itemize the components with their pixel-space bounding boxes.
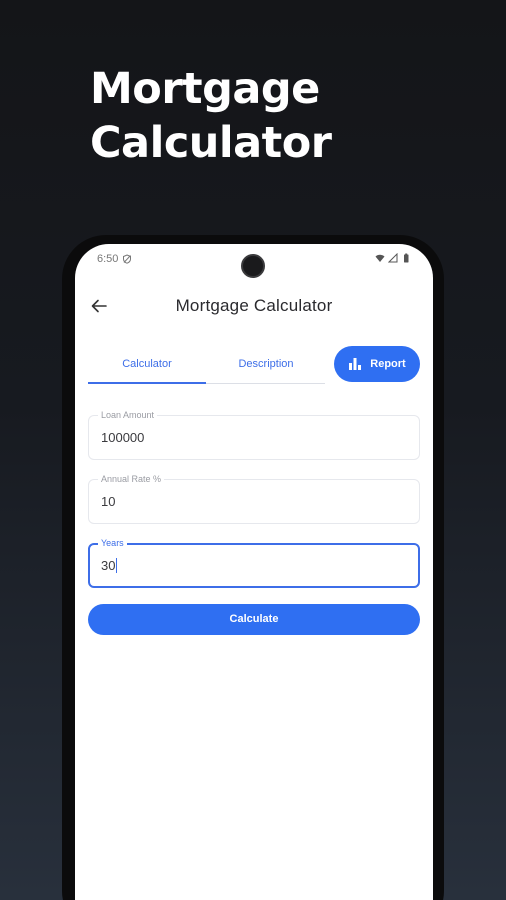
camera-cutout [241, 254, 265, 278]
status-time: 6:50 [97, 253, 119, 265]
status-bar-left: 6:50 [97, 253, 132, 265]
signal-icon [388, 253, 398, 263]
calculate-button[interactable]: Calculate [88, 604, 420, 635]
tab-calculator[interactable]: Calculator [88, 346, 206, 382]
bar-chart-icon [349, 358, 362, 370]
loan-amount-label: Loan Amount [98, 410, 158, 421]
status-bar-right [375, 253, 411, 263]
years-label: Years [98, 538, 127, 549]
promo-title: Mortgage Calculator [90, 62, 332, 170]
years-value-wrap: 30 [101, 558, 118, 573]
promo-title-line2: Calculator [90, 118, 332, 168]
page-title: Mortgage Calculator [175, 296, 333, 315]
text-cursor [116, 558, 118, 573]
tab-bar: Calculator Description [88, 346, 325, 384]
battery-icon [404, 253, 409, 263]
app-bar: Mortgage Calculator [75, 290, 433, 322]
phone-screen: 6:50 Mortgage Calculator Calculator Desc… [75, 244, 433, 900]
tab-description[interactable]: Description [207, 346, 325, 382]
loan-amount-field[interactable]: Loan Amount 100000 [88, 410, 420, 460]
loan-amount-value: 100000 [101, 430, 145, 445]
annual-rate-label: Annual Rate % [98, 474, 165, 485]
wifi-icon [375, 254, 385, 262]
annual-rate-field[interactable]: Annual Rate % 10 [88, 474, 420, 524]
annual-rate-value: 10 [101, 494, 116, 509]
report-button-label: Report [370, 358, 406, 370]
tab-indicator [88, 382, 206, 384]
report-button[interactable]: Report [334, 346, 420, 382]
shield-icon [123, 254, 132, 264]
years-field[interactable]: Years 30 [88, 538, 420, 588]
promo-title-line1: Mortgage [90, 64, 320, 114]
years-value: 30 [101, 558, 116, 573]
